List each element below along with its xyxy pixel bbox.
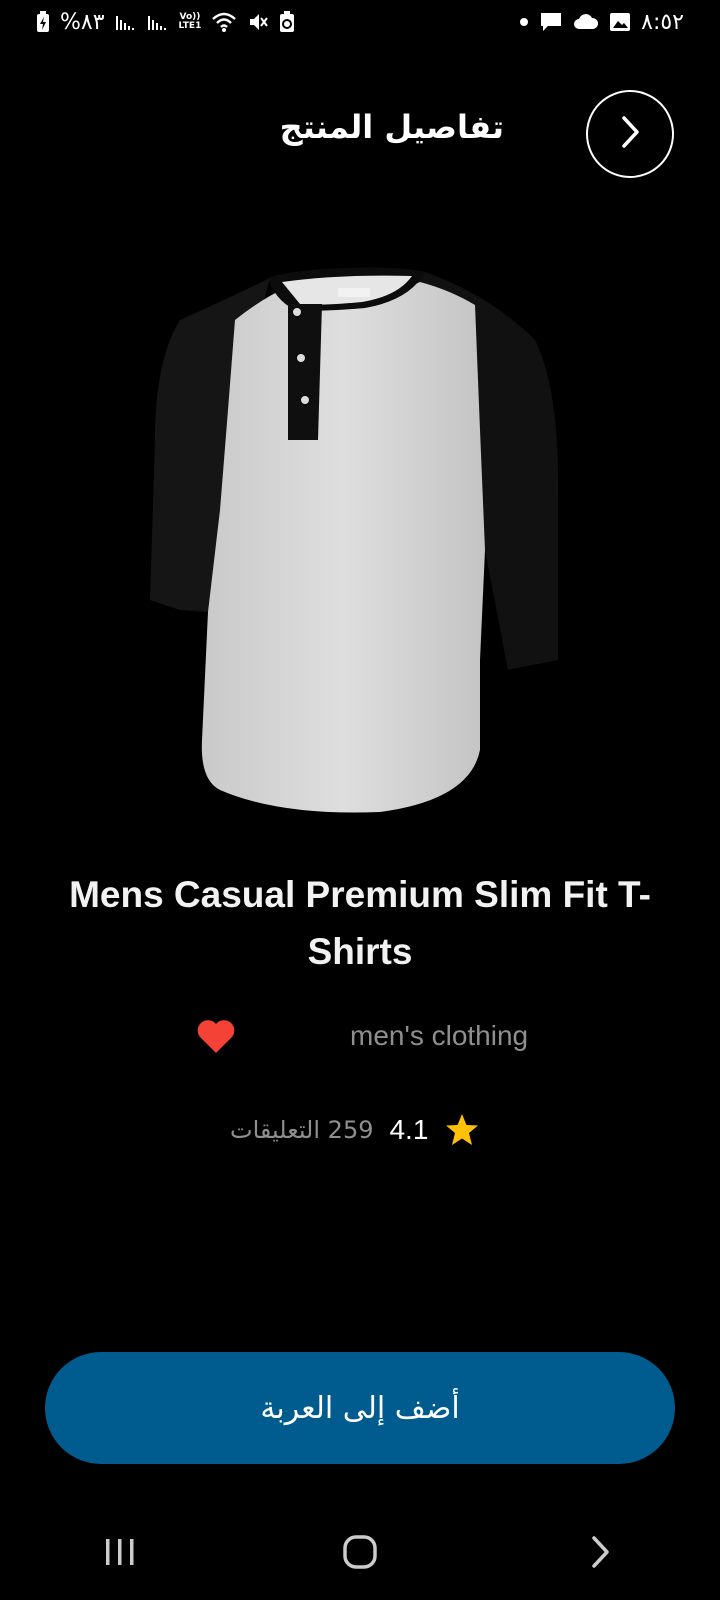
battery-charging-icon: [36, 11, 50, 33]
system-nav-bar: [0, 1508, 720, 1600]
status-left: %٨٣ Vo)) LTE1: [36, 10, 295, 35]
product-category: men's clothing: [350, 1020, 529, 1051]
volte-icon: Vo)) LTE1: [179, 13, 202, 31]
signal-icon: [115, 12, 137, 32]
battery-saver-icon: [279, 11, 295, 33]
recent-apps-icon: [103, 1537, 137, 1571]
signal-2-icon: [147, 12, 169, 32]
rating-row: 259 التعليقات 4.1: [230, 1108, 480, 1152]
product-details-screen: %٨٣ Vo)) LTE1 ٨:٥٢ تفاصيل المنتج Mens Ca…: [0, 0, 720, 1600]
home-icon: [342, 1534, 378, 1574]
favorite-button[interactable]: [194, 1018, 238, 1060]
product-image: [140, 260, 580, 830]
rating-value: 4.1: [389, 1114, 429, 1145]
home-button[interactable]: [320, 1524, 400, 1584]
product-title: Mens Casual Premium Slim Fit T-Shirts: [69, 874, 651, 972]
chevron-right-nav-icon: [588, 1535, 612, 1573]
back-button[interactable]: [586, 90, 674, 178]
status-right: ٨:٥٢: [519, 10, 684, 35]
message-icon: [539, 11, 563, 33]
battery-percent: %٨٣: [60, 9, 105, 35]
heart-icon: [196, 1019, 236, 1059]
star-icon: [444, 1112, 480, 1148]
network-label: LTE1: [178, 21, 202, 31]
notification-dot-icon: [519, 17, 529, 27]
back-nav-button[interactable]: [560, 1524, 640, 1584]
wifi-icon: [211, 11, 237, 33]
reviews-count: 259 التعليقات: [230, 1116, 374, 1144]
gallery-icon: [609, 11, 631, 33]
recent-apps-button[interactable]: [80, 1524, 160, 1584]
status-time: ٨:٥٢: [641, 9, 684, 35]
status-bar: %٨٣ Vo)) LTE1 ٨:٥٢: [0, 0, 720, 44]
page-title: تفاصيل المنتج: [279, 108, 504, 146]
header: تفاصيل المنتج: [0, 88, 720, 178]
mute-icon: [247, 11, 269, 33]
cloud-icon: [573, 13, 599, 31]
chevron-right-icon: [615, 114, 645, 154]
add-to-cart-button[interactable]: أضف إلى العربة: [45, 1352, 675, 1464]
